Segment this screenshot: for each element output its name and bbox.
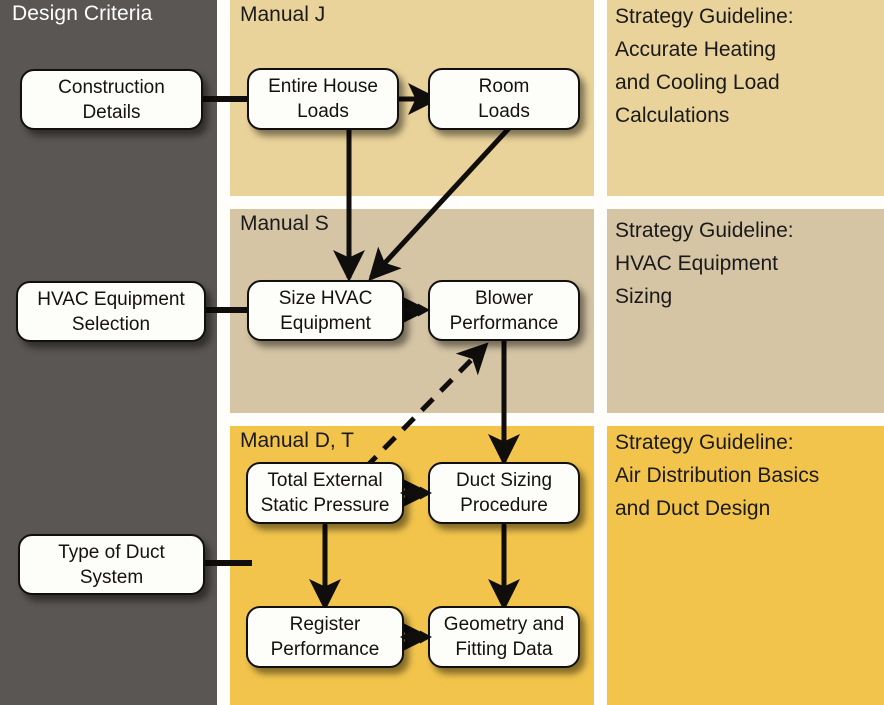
panel-title-manual-j: Manual J [240,3,326,26]
panel-title-manual-s: Manual S [240,212,329,235]
node-label: Entire House Loads [268,76,378,122]
node-register-performance[interactable]: Register Performance [246,606,404,668]
node-label: Total External Static Pressure [260,470,390,516]
node-type-of-duct-system[interactable]: Type of Duct System [18,534,205,595]
node-blower-performance[interactable]: Blower Performance [428,280,580,341]
node-duct-sizing-procedure[interactable]: Duct Sizing Procedure [428,462,580,524]
panel-title-manual-d-t: Manual D, T [240,429,354,452]
guideline-text-manual-s: Strategy Guideline: HVAC Equipment Sizin… [615,219,794,308]
guideline-panel-manual-d-t: Strategy Guideline: Air Distribution Bas… [607,426,884,705]
sidebar-title: Design Criteria [12,2,153,25]
node-geometry-and-fitting-data[interactable]: Geometry and Fitting Data [428,606,580,668]
node-label: HVAC Equipment Selection [37,288,185,335]
node-entire-house-loads[interactable]: Entire House Loads [247,68,399,130]
node-total-external-static-pressure[interactable]: Total External Static Pressure [246,462,404,524]
node-room-loads[interactable]: Room Loads [428,68,580,130]
node-label: Type of Duct System [58,541,165,588]
guideline-text-manual-d-t: Strategy Guideline: Air Distribution Bas… [615,431,820,520]
node-label: Construction Details [58,76,165,123]
node-label: Duct Sizing Procedure [455,470,553,516]
node-label: Room Loads [478,76,530,122]
node-label: Geometry and Fitting Data [443,614,565,660]
node-label: Register Performance [270,614,380,660]
guideline-panel-manual-j: Strategy Guideline: Accurate Heating and… [607,0,884,196]
node-construction-details[interactable]: Construction Details [20,69,203,130]
node-size-hvac-equipment[interactable]: Size HVAC Equipment [247,280,404,341]
node-hvac-equipment-selection[interactable]: HVAC Equipment Selection [16,281,206,342]
node-label: Size HVAC Equipment [278,287,373,334]
guideline-panel-manual-s: Strategy Guideline: HVAC Equipment Sizin… [607,209,884,413]
diagram-canvas: Design Criteria Manual J Strategy Guidel… [0,0,884,705]
guideline-text-manual-j: Strategy Guideline: Accurate Heating and… [615,5,794,127]
node-label: Blower Performance [449,287,559,334]
